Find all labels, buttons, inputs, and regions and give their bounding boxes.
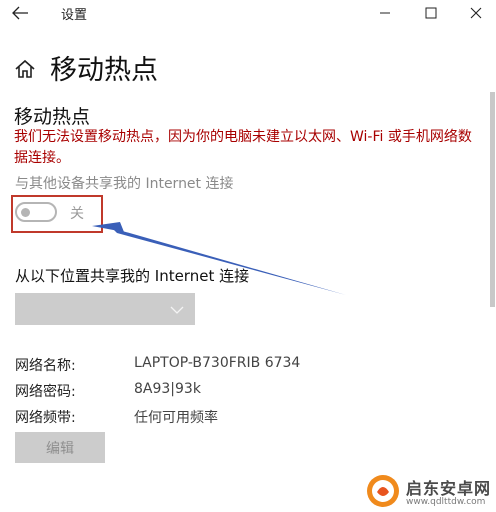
minimize-icon[interactable] (370, 2, 400, 24)
chevron-down-icon (169, 302, 185, 316)
watermark-logo-icon (366, 474, 400, 508)
page-title: 移动热点 (50, 55, 158, 86)
watermark-name: 启东安卓网 (406, 479, 492, 498)
home-icon[interactable] (14, 58, 36, 80)
network-name-value: LAPTOP-B730FRIB 6734 (134, 355, 301, 371)
maximize-icon[interactable] (416, 2, 446, 24)
section-title: 移动热点 (14, 106, 91, 128)
watermark-url: www.qdlttdw.com (406, 497, 486, 507)
scrollbar[interactable] (490, 92, 495, 307)
toggle-knob (21, 208, 30, 217)
network-name-label: 网络名称: (15, 358, 76, 374)
share-from-label: 从以下位置共享我的 Internet 连接 (15, 267, 250, 285)
close-icon[interactable] (461, 2, 491, 24)
title-bar: 设置 (0, 0, 496, 26)
back-arrow-icon[interactable] (8, 2, 34, 24)
error-message: 我们无法设置移动热点，因为你的电脑未建立以太网、Wi-Fi 或手机网络数据连接。 (14, 129, 472, 166)
toggle-state-label: 关 (70, 206, 84, 222)
network-band-value: 任何可用频率 (134, 410, 218, 426)
edit-button[interactable]: 编辑 (15, 432, 105, 463)
connection-dropdown[interactable] (15, 293, 195, 325)
share-connection-label: 与其他设备共享我的 Internet 连接 (15, 176, 234, 192)
network-band-label: 网络频带: (15, 410, 76, 426)
window-title: 设置 (61, 8, 88, 23)
network-password-label: 网络密码: (15, 384, 76, 400)
network-password-value: 8A93|93k (134, 381, 201, 397)
